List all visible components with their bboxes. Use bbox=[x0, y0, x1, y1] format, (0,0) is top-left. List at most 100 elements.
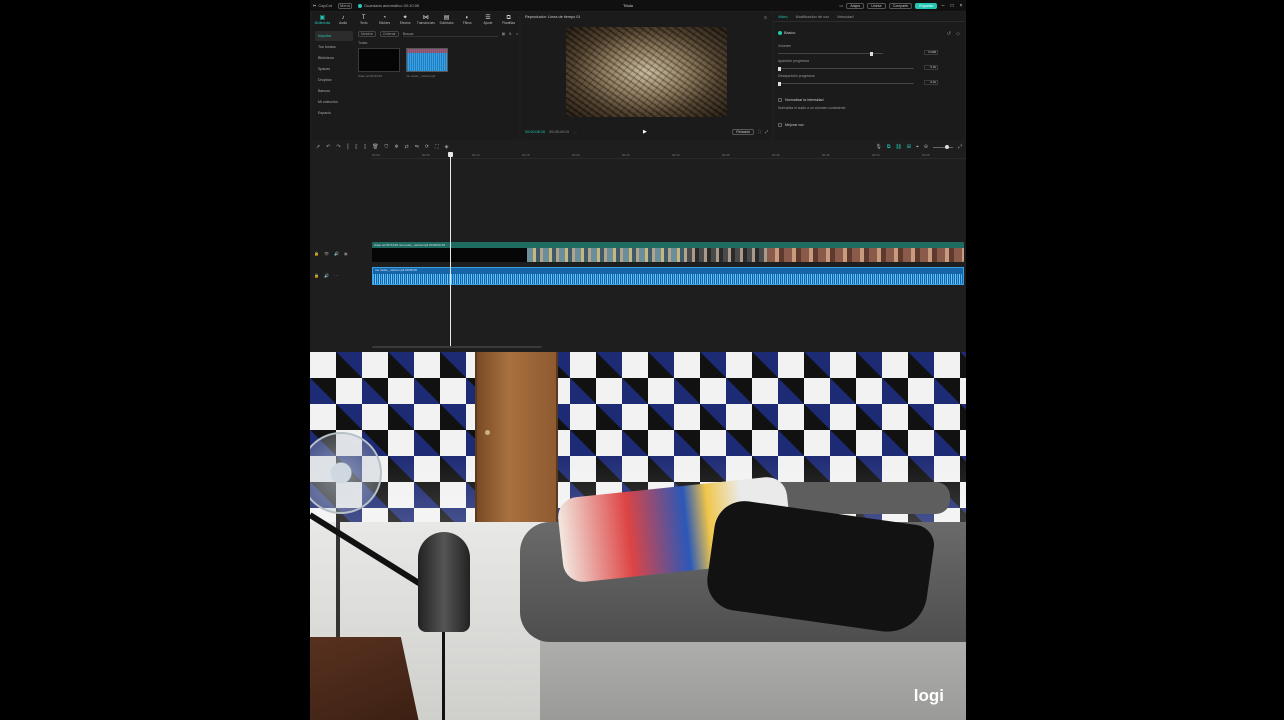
redo-icon[interactable]: ↷ bbox=[336, 144, 340, 150]
play-button[interactable]: ▶ bbox=[643, 129, 647, 135]
media-filter-bar: Mostrar Ordenar Buscar ▦ ⇅ ≡ bbox=[358, 30, 518, 38]
timeline-tools-right: 🎙 ⧉ ⛓ ⊞ ⌖ ⊖ ⤢ bbox=[875, 144, 962, 150]
sidebar-item-banks[interactable]: Bancos bbox=[315, 86, 353, 96]
enhance-voice-toggle[interactable]: Mejorar voz bbox=[778, 123, 804, 127]
filter-icon[interactable]: ≡ bbox=[516, 32, 518, 36]
tab-video[interactable]: Video bbox=[778, 15, 788, 19]
sidebar-item-collection[interactable]: Mi colección bbox=[315, 97, 353, 107]
tab-voice-changer[interactable]: Modificación de voz bbox=[796, 15, 829, 19]
timeline-scrollbar[interactable] bbox=[372, 346, 542, 348]
volume-value[interactable]: 0.0dB bbox=[924, 50, 938, 55]
show-filter-button[interactable]: Mostrar bbox=[358, 31, 376, 37]
media-search-input[interactable]: Buscar bbox=[402, 32, 498, 37]
tab-speed[interactable]: Velocidad bbox=[837, 15, 853, 19]
shortcuts-button[interactable]: Atajos bbox=[846, 2, 865, 9]
export-button[interactable]: Exportar bbox=[915, 2, 937, 9]
fade-in-slider[interactable] bbox=[778, 66, 914, 71]
record-audio-icon[interactable]: 🎙 bbox=[875, 144, 881, 150]
fullscreen-icon[interactable]: ⤢ bbox=[765, 130, 768, 134]
media-item[interactable]: ms music_ cobra.mp3 bbox=[406, 48, 448, 78]
mirror-icon[interactable]: ⇋ bbox=[415, 144, 419, 150]
undo-icon[interactable]: ↶ bbox=[326, 144, 330, 150]
snap-icon[interactable]: ⌖ bbox=[916, 144, 919, 150]
close-icon[interactable]: × bbox=[958, 3, 964, 9]
enhance-voice-checkbox[interactable] bbox=[778, 123, 782, 127]
sidebar-item-import[interactable]: Importar bbox=[315, 31, 353, 41]
tool-effects[interactable]: ✦ Efectos bbox=[395, 12, 416, 28]
timeline-ruler[interactable]: 00:00 00:05 00:10 00:15 00:20 00:25 00:3… bbox=[372, 153, 966, 159]
basic-section-header[interactable]: Básico bbox=[778, 31, 795, 35]
reset-icon[interactable]: ↺ bbox=[947, 31, 951, 37]
maximize-icon[interactable]: □ bbox=[949, 3, 955, 9]
media-item[interactable]: video ref 05 54:00 bbox=[358, 48, 400, 78]
crop-tool-icon[interactable]: ⛶ bbox=[435, 144, 439, 150]
fade-in-knob[interactable] bbox=[778, 66, 781, 71]
normalize-toggle[interactable]: Normalizar la intensidad bbox=[778, 98, 824, 102]
crop-icon[interactable]: ⛶ bbox=[758, 130, 761, 134]
tool-subtitles[interactable]: ▤ Subtítulos bbox=[436, 12, 457, 28]
track-visibility-icon[interactable]: 👁 bbox=[324, 251, 329, 256]
player-menu-icon[interactable]: ≡ bbox=[764, 15, 767, 21]
fade-out-slider[interactable] bbox=[778, 81, 914, 86]
normalize-checkbox[interactable] bbox=[778, 98, 782, 102]
rotate-icon[interactable]: ⟳ bbox=[425, 144, 429, 150]
audio-clip[interactable]: ms music_ cobra.mp3 00:08:49 bbox=[372, 267, 964, 285]
preview-axis-icon[interactable]: ⊞ bbox=[907, 144, 911, 150]
sort-icon[interactable]: ⇅ bbox=[509, 32, 512, 36]
timecode-menu-icon[interactable]: ⋯ bbox=[573, 130, 577, 135]
tool-adjust[interactable]: ☰ Ajuste bbox=[478, 12, 499, 28]
grid-view-icon[interactable]: ▦ bbox=[502, 32, 505, 36]
select-tool-icon[interactable]: ➚ bbox=[316, 144, 320, 150]
magnet-icon[interactable]: ⧉ bbox=[887, 144, 891, 150]
sort-button[interactable]: Ordenar bbox=[379, 31, 399, 37]
split-right-icon[interactable]: ⟧ bbox=[364, 144, 366, 150]
tool-filters[interactable]: ◐ Filtros bbox=[457, 12, 478, 28]
link-icon[interactable]: ⛓ bbox=[895, 144, 901, 150]
fade-out-knob[interactable] bbox=[778, 81, 781, 86]
layout-icon[interactable]: ▭ bbox=[839, 3, 843, 8]
tool-templates[interactable]: ⧉ Plantillas bbox=[498, 12, 519, 28]
track-lock-icon[interactable]: 🔒 bbox=[314, 273, 319, 278]
cover-icon[interactable]: ▣ bbox=[344, 251, 348, 256]
video-clip[interactable]: video ref 05 54:00 ms music_ cobra.mp4 0… bbox=[372, 242, 964, 262]
tool-audio[interactable]: ♪ Audio bbox=[333, 12, 354, 28]
sidebar-item-spaces[interactable]: Spaces bbox=[315, 64, 353, 74]
zoom-slider[interactable] bbox=[932, 144, 953, 149]
sidebar-item-dropbox[interactable]: Dropbox bbox=[315, 75, 353, 85]
ruler-tick: 00:55 bbox=[922, 153, 930, 157]
track-mute-icon[interactable]: 🔊 bbox=[324, 273, 329, 278]
sidebar-item-library[interactable]: Biblioteca bbox=[315, 53, 353, 63]
sidebar-item-backgrounds[interactable]: Tus fondos bbox=[315, 42, 353, 52]
track-lock-icon[interactable]: 🔒 bbox=[314, 251, 319, 256]
fade-out-value[interactable]: 0.0s bbox=[924, 80, 938, 85]
keyframe-icon[interactable]: ◇ bbox=[956, 31, 960, 37]
volume-slider-knob[interactable] bbox=[870, 51, 873, 56]
ratio-button[interactable]: Relación bbox=[732, 129, 755, 135]
share-button[interactable]: Compartir bbox=[888, 2, 913, 9]
main-menu-button[interactable]: Menú bbox=[338, 2, 352, 9]
tool-text[interactable]: T Texto bbox=[353, 12, 374, 28]
track-audio-icon[interactable]: 🔊 bbox=[334, 251, 339, 256]
reverse-icon[interactable]: ⇄ bbox=[405, 144, 409, 150]
zoom-fit-icon[interactable]: ⤢ bbox=[958, 144, 962, 150]
split-icon[interactable]: ⎮ bbox=[347, 144, 350, 150]
video-preview[interactable] bbox=[566, 27, 727, 117]
project-title[interactable]: Título bbox=[608, 3, 648, 8]
sidebar-item-space[interactable]: Espacio bbox=[315, 108, 353, 118]
bed bbox=[520, 475, 966, 720]
minimize-icon[interactable]: – bbox=[940, 3, 946, 9]
tool-transitions[interactable]: ⋈ Transiciones bbox=[416, 12, 437, 28]
tool-stickers[interactable]: ◔ Stickers bbox=[374, 12, 395, 28]
freeze-icon[interactable]: ❄ bbox=[394, 144, 398, 150]
zoom-out-icon[interactable]: ⊖ bbox=[924, 144, 928, 150]
tool-media[interactable]: ▣ Multimedia bbox=[312, 12, 333, 28]
fade-in-value[interactable]: 0.0s bbox=[924, 65, 938, 70]
track-settings-icon[interactable]: ⋯ bbox=[334, 273, 338, 278]
join-button[interactable]: Unirse bbox=[867, 2, 886, 9]
volume-slider[interactable] bbox=[778, 51, 883, 56]
shield-icon[interactable]: ⛉ bbox=[385, 144, 389, 150]
split-left-icon[interactable]: ⟦ bbox=[355, 144, 357, 150]
mask-icon[interactable]: ◈ bbox=[445, 144, 449, 150]
delete-icon[interactable]: 🗑 bbox=[372, 144, 378, 150]
playhead[interactable] bbox=[448, 152, 453, 348]
